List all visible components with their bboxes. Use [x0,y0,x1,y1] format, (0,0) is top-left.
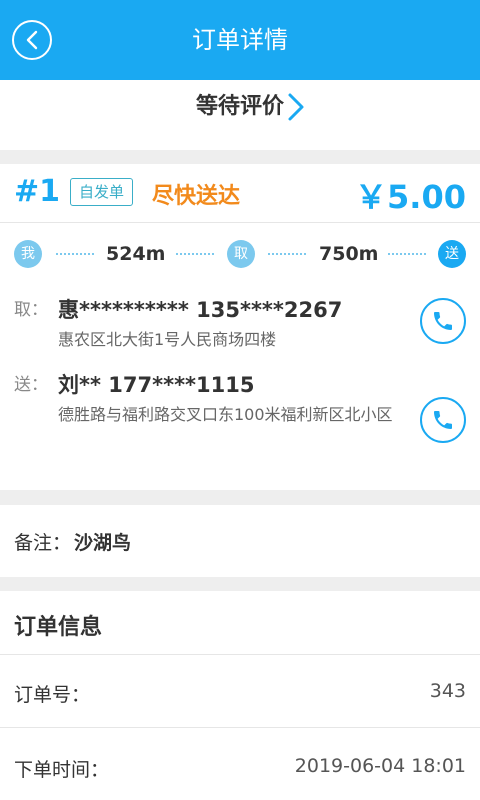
order-time-label: 下单时间： [14,759,110,781]
delivery-label: 送： [14,375,48,395]
order-info-section: 订单信息 订单号： 343 下单时间： 2019-06-04 18:01 [0,591,480,800]
order-status-label: 等待评价 [195,94,284,119]
order-info-title: 订单信息 [14,615,103,640]
route-line [56,253,94,255]
order-id-label: 订单号： [14,684,91,706]
order-id-value: 343 [429,680,466,702]
urgency-label: 尽快送达 [152,184,241,209]
distance-to-pickup: 524m [106,243,166,265]
phone-icon [434,411,452,429]
page-title: 订单详情 [192,26,288,54]
delivery-call-button[interactable] [420,397,466,443]
divider [0,727,480,728]
order-time-value: 2019-06-04 18:01 [294,755,466,777]
pickup-label: 取： [14,300,48,320]
pickup-call-button[interactable] [420,298,466,344]
pickup-node: 取 [227,240,255,268]
order-note: 备注： 沙湖鸟 [0,505,480,577]
pickup-contact: 惠********** 135****2267 [58,298,343,322]
route-progress: 我 524m 取 750m 送 [0,236,480,272]
route-line [176,253,214,255]
delivery-node: 送 [438,240,466,268]
me-node: 我 [14,240,42,268]
order-type-tag: 自发单 [70,178,134,206]
divider [0,222,480,223]
order-card: #1 自发单 尽快送达 ￥5.00 我 524m 取 750m 送 取： 惠**… [0,164,480,490]
distance-to-delivery: 750m [319,243,379,265]
order-status-row[interactable]: 等待评价 [0,80,480,150]
order-price: ￥5.00 [355,178,466,216]
note-value: 沙湖鸟 [74,532,132,554]
delivery-address: 德胜路与福利路交叉口东100米福利新区北小区 [58,405,393,424]
pickup-address: 惠农区北大街1号人民商场四楼 [58,330,277,349]
route-line [388,253,426,255]
top-bar: 订单详情 [0,0,480,80]
note-label: 备注： [14,532,72,554]
route-line [268,253,306,255]
divider [0,654,480,655]
chevron-right-icon [288,93,304,121]
phone-icon [434,312,452,330]
order-number: #1 [14,174,61,209]
delivery-contact: 刘** 177****1115 [58,373,255,397]
